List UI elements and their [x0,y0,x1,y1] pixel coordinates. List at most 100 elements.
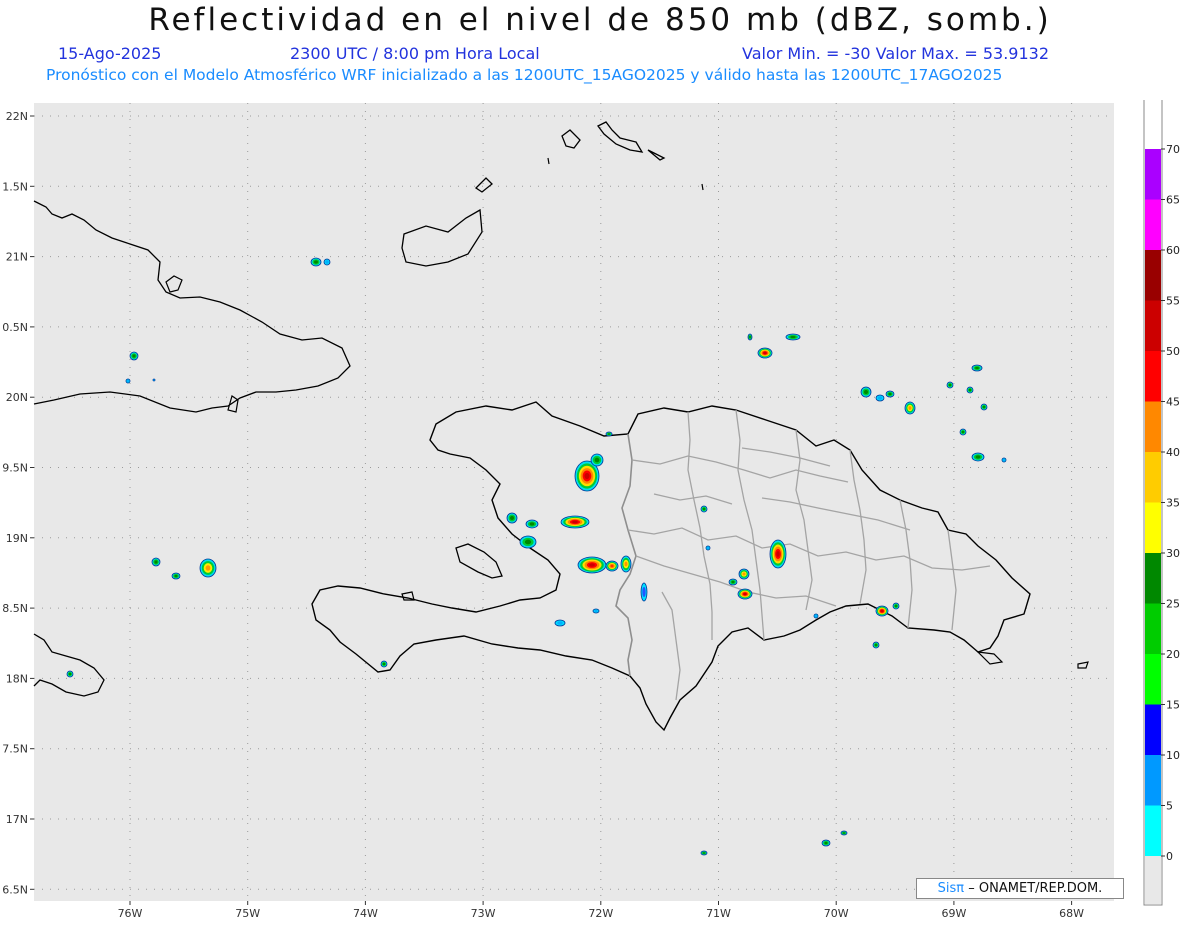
lat-tick-label: 20N [6,391,28,404]
echo-cell [310,257,322,267]
echo-cell [1001,457,1007,463]
lon-tick-label: 72W [588,907,613,920]
colorbar: 0 5 10 15 20 25 30 35 40 45 50 55 60 65 70 [1143,100,1180,906]
echo-cell [875,394,885,402]
colorbar-swatch [1145,502,1161,553]
echo-cell [323,258,331,266]
echo-cell [171,572,181,580]
model-subtitle: Pronóstico con el Modelo Atmosférico WRF… [46,66,1003,84]
echo-cell [980,403,988,411]
echo-cell [738,568,750,580]
colorbar-label: 50 [1166,345,1180,358]
colorbar-swatch [1145,452,1161,503]
echo-cell [125,378,131,384]
echo-cell [747,333,753,341]
colorbar-label: 25 [1166,598,1180,611]
colorbar-label: 0 [1166,850,1173,863]
colorbar-label: 15 [1166,699,1180,712]
lat-tick-label: 17N [6,813,28,826]
echo-cell [152,378,156,382]
echo-cell [757,347,773,359]
lon-tick-label: 76W [118,907,143,920]
lat-tick-label: 21N [6,251,28,264]
echo-cell [525,519,539,529]
echo-cell [592,608,600,614]
lon-tick-label: 70W [824,907,849,920]
colorbar-swatch [1145,250,1161,301]
echo-cell [151,557,161,567]
echo-cell [971,364,983,372]
colorbar-swatch [1145,805,1161,856]
echo-cell [821,839,831,847]
echo-cell [728,578,738,586]
echo-cell [577,556,607,574]
echo-cell [705,545,711,551]
colorbar-swatch [1145,351,1161,402]
lat-tick-label: 18N [6,672,28,685]
credit-text: – ONAMET/REP.DOM. [968,881,1103,896]
echo-cell [872,641,880,649]
colorbar-label: 20 [1166,648,1180,661]
echo-cell [519,535,537,549]
colorbar-swatch [1145,654,1161,705]
echo-cell [605,560,619,572]
lon-tick-label: 68W [1059,907,1084,920]
colorbar-swatch [1145,755,1161,806]
echo-cell [892,602,900,610]
echo-cell [971,452,985,462]
colorbar-swatch [1145,603,1161,654]
colorbar-swatch [1145,401,1161,452]
echo-cell [66,670,74,678]
colorbar-label: 40 [1166,446,1180,459]
map-panel: 0 5 10 15 20 25 30 35 40 45 50 55 60 65 70 22N 1.5N 21N 0… [2,100,1180,920]
colorbar-swatch [1145,199,1161,250]
echo-cell [129,351,139,361]
lat-tick-label: 6.5N [2,883,28,896]
colorbar-label: 65 [1166,194,1180,207]
forecast-date: 15-Ago-2025 [58,44,162,63]
forecast-time: 2300 UTC / 8:00 pm Hora Local [290,44,540,63]
echo-cell [700,505,708,513]
echo-cell [700,850,708,856]
echo-cell [560,515,590,529]
lat-tick-label: 22N [6,110,28,123]
echo-cell [875,605,889,617]
echo-cell [840,830,848,836]
lat-tick-label: 9.5N [2,462,28,475]
colorbar-label: 45 [1166,396,1180,409]
sis-logo-text: Sisπ [937,881,965,896]
colorbar-below-zero [1145,853,1161,904]
echo-cell [959,428,967,436]
colorbar-label: 30 [1166,547,1180,560]
echo-cell [737,588,753,600]
colorbar-swatch [1145,704,1161,755]
colorbar-label: 70 [1166,143,1180,156]
echo-cell [813,613,819,619]
echo-cell [380,660,388,668]
echo-cell [506,512,518,524]
colorbar-label: 35 [1166,497,1180,510]
echo-cell [904,401,916,415]
lon-tick-label: 73W [471,907,496,920]
echo-cell [785,333,801,341]
credit-box: Sisπ – ONAMET/REP.DOM. [916,878,1124,899]
colorbar-swatch [1145,300,1161,351]
echo-cell [640,582,648,602]
echo-cell [860,386,872,398]
lat-tick-label: 19N [6,532,28,545]
echo-cell [590,453,604,467]
min-max-values: Valor Min. = -30 Valor Max. = 53.9132 [742,44,1049,63]
colorbar-swatch [1145,553,1161,604]
colorbar-label: 60 [1166,244,1180,257]
lat-tick-label: 1.5N [2,180,28,193]
colorbar-label: 10 [1166,749,1180,762]
lat-tick-label: 8.5N [2,602,28,615]
colorbar-swatch [1145,149,1161,200]
lon-tick-label: 69W [941,907,966,920]
echo-cell [966,386,974,394]
echo-cell [199,558,217,578]
lat-tick-label: 0.5N [2,321,28,334]
lon-tick-label: 75W [235,907,260,920]
colorbar-label: 5 [1166,800,1173,813]
colorbar-label: 55 [1166,295,1180,308]
